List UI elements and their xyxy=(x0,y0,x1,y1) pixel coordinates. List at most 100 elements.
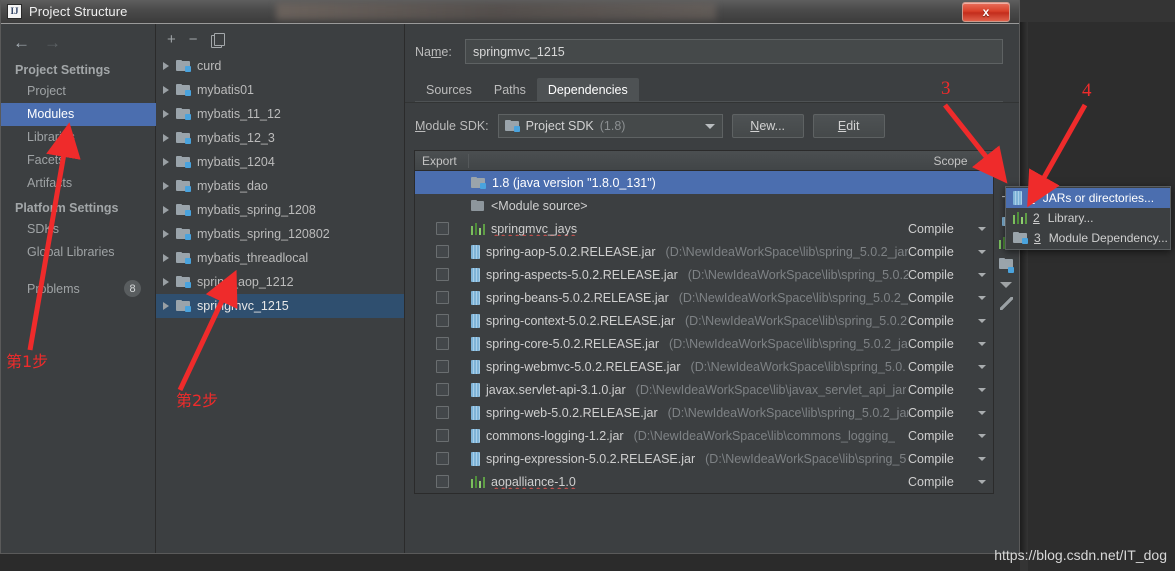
sidebar-item-project[interactable]: Project xyxy=(1,80,155,103)
export-checkbox[interactable] xyxy=(435,337,449,350)
scope-cell[interactable]: Compile xyxy=(908,383,993,397)
module-sdk-dropdown[interactable]: Project SDK (1.8) xyxy=(497,114,723,138)
export-checkbox[interactable] xyxy=(435,360,449,373)
export-checkbox[interactable] xyxy=(435,222,449,235)
chevron-down-icon[interactable] xyxy=(704,124,715,129)
chevron-down-icon[interactable] xyxy=(978,456,986,461)
arrow-left-icon[interactable]: ← xyxy=(13,34,30,51)
sidebar-item-problems[interactable]: Problems 8 xyxy=(1,277,155,300)
chevron-down-icon[interactable] xyxy=(1000,282,1012,288)
table-row[interactable]: spring-webmvc-5.0.2.RELEASE.jar (D:\NewI… xyxy=(415,355,993,378)
export-checkbox[interactable] xyxy=(435,452,449,465)
table-row[interactable]: spring-aop-5.0.2.RELEASE.jar (D:\NewIdea… xyxy=(415,240,993,263)
table-row[interactable]: spring-expression-5.0.2.RELEASE.jar (D:\… xyxy=(415,447,993,470)
sidebar-item-artifacts[interactable]: Artifacts xyxy=(1,172,155,195)
chevron-down-icon[interactable] xyxy=(978,295,986,300)
chevron-down-icon[interactable] xyxy=(978,387,986,392)
chevron-right-icon[interactable] xyxy=(163,86,169,94)
chevron-right-icon[interactable] xyxy=(163,182,169,190)
table-row[interactable]: springmvc_jays Compile xyxy=(415,217,993,240)
sidebar-item-facets[interactable]: Facets xyxy=(1,149,155,172)
copy-module-icon[interactable] xyxy=(210,32,225,48)
table-row[interactable]: <Module source> xyxy=(415,194,993,217)
column-header-export[interactable]: Export xyxy=(415,153,469,168)
close-button[interactable]: x xyxy=(962,2,1010,22)
export-checkbox[interactable] xyxy=(435,406,449,419)
column-header-scope[interactable]: Scope xyxy=(908,154,993,168)
add-module-button[interactable]: + xyxy=(167,32,176,47)
chevron-down-icon[interactable] xyxy=(978,318,986,323)
scope-cell[interactable]: Compile xyxy=(908,406,993,420)
chevron-down-icon[interactable] xyxy=(978,433,986,438)
sidebar-item-global-libraries[interactable]: Global Libraries xyxy=(1,241,155,264)
chevron-down-icon[interactable] xyxy=(978,410,986,415)
module-tree-item-springmvc-1215[interactable]: springmvc_1215 xyxy=(156,294,404,318)
chevron-right-icon[interactable] xyxy=(163,302,169,310)
tab-sources[interactable]: Sources xyxy=(415,78,483,102)
scope-cell[interactable]: Compile xyxy=(908,475,993,489)
table-row[interactable]: 1.8 (java version "1.8.0_131") xyxy=(415,171,993,194)
module-tree-item[interactable]: mybatis_dao xyxy=(156,174,404,198)
table-row[interactable]: javax.servlet-api-3.1.0.jar (D:\NewIdeaW… xyxy=(415,378,993,401)
arrow-right-icon[interactable]: → xyxy=(44,34,61,51)
export-checkbox[interactable] xyxy=(435,268,449,281)
chevron-right-icon[interactable] xyxy=(163,110,169,118)
chevron-down-icon[interactable] xyxy=(978,272,986,277)
module-tree-item[interactable]: mybatis_threadlocal xyxy=(156,246,404,270)
export-checkbox[interactable] xyxy=(435,383,449,396)
module-tree-item[interactable]: spring_aop_1212 xyxy=(156,270,404,294)
menu-item-library[interactable]: 2 Library... xyxy=(1006,208,1170,228)
scope-cell[interactable]: Compile xyxy=(908,429,993,443)
scope-cell[interactable]: Compile xyxy=(908,291,993,305)
module-name-input[interactable] xyxy=(465,39,1003,64)
scope-cell[interactable]: Compile xyxy=(908,337,993,351)
chevron-down-icon[interactable] xyxy=(978,226,986,231)
scope-cell[interactable]: Compile xyxy=(908,452,993,466)
sidebar-item-modules[interactable]: Modules xyxy=(1,103,156,126)
module-tree-item[interactable]: mybatis_spring_1208 xyxy=(156,198,404,222)
chevron-right-icon[interactable] xyxy=(163,254,169,262)
table-row[interactable]: spring-context-5.0.2.RELEASE.jar (D:\New… xyxy=(415,309,993,332)
export-checkbox[interactable] xyxy=(435,475,449,488)
remove-module-button[interactable]: − xyxy=(189,32,198,47)
table-row[interactable]: aopalliance-1.0 Compile xyxy=(415,470,993,493)
chevron-right-icon[interactable] xyxy=(163,278,169,286)
table-row[interactable]: spring-core-5.0.2.RELEASE.jar (D:\NewIde… xyxy=(415,332,993,355)
module-tree-item[interactable]: mybatis_11_12 xyxy=(156,102,404,126)
scope-cell[interactable]: Compile xyxy=(908,314,993,328)
chevron-right-icon[interactable] xyxy=(163,230,169,238)
table-row[interactable]: spring-aspects-5.0.2.RELEASE.jar (D:\New… xyxy=(415,263,993,286)
scope-cell[interactable]: Compile xyxy=(908,268,993,282)
chevron-right-icon[interactable] xyxy=(163,206,169,214)
scope-cell[interactable]: Compile xyxy=(908,222,993,236)
module-tree-item[interactable]: mybatis_12_3 xyxy=(156,126,404,150)
chevron-down-icon[interactable] xyxy=(978,364,986,369)
chevron-down-icon[interactable] xyxy=(978,249,986,254)
chevron-down-icon[interactable] xyxy=(978,479,986,484)
tab-paths[interactable]: Paths xyxy=(483,78,537,102)
export-checkbox[interactable] xyxy=(435,314,449,327)
table-row[interactable]: spring-beans-5.0.2.RELEASE.jar (D:\NewId… xyxy=(415,286,993,309)
new-sdk-button[interactable]: New... xyxy=(731,114,804,138)
export-checkbox[interactable] xyxy=(435,429,449,442)
scope-cell[interactable]: Compile xyxy=(908,245,993,259)
edit-sdk-button[interactable]: Edit xyxy=(812,114,885,138)
module-tree-item[interactable]: mybatis_1204 xyxy=(156,150,404,174)
module-tree-item[interactable]: curd xyxy=(156,54,404,78)
table-row[interactable]: spring-web-5.0.2.RELEASE.jar (D:\NewIdea… xyxy=(415,401,993,424)
chevron-right-icon[interactable] xyxy=(163,158,169,166)
chevron-down-icon[interactable] xyxy=(978,341,986,346)
scope-cell[interactable]: Compile xyxy=(908,360,993,374)
pencil-icon[interactable] xyxy=(999,297,1013,310)
sidebar-item-sdks[interactable]: SDKs xyxy=(1,218,155,241)
export-checkbox[interactable] xyxy=(435,245,449,258)
table-row[interactable]: commons-logging-1.2.jar (D:\NewIdeaWorkS… xyxy=(415,424,993,447)
menu-item-jars-or-directories[interactable]: 1 JARs or directories... xyxy=(1006,188,1170,208)
menu-item-module-dependency[interactable]: 3 Module Dependency... xyxy=(1006,228,1170,248)
module-tree-item[interactable]: mybatis01 xyxy=(156,78,404,102)
module-tree-item[interactable]: mybatis_spring_120802 xyxy=(156,222,404,246)
tab-dependencies[interactable]: Dependencies xyxy=(536,78,639,102)
chevron-right-icon[interactable] xyxy=(163,62,169,70)
sidebar-item-libraries[interactable]: Libraries xyxy=(1,126,155,149)
export-checkbox[interactable] xyxy=(435,291,449,304)
